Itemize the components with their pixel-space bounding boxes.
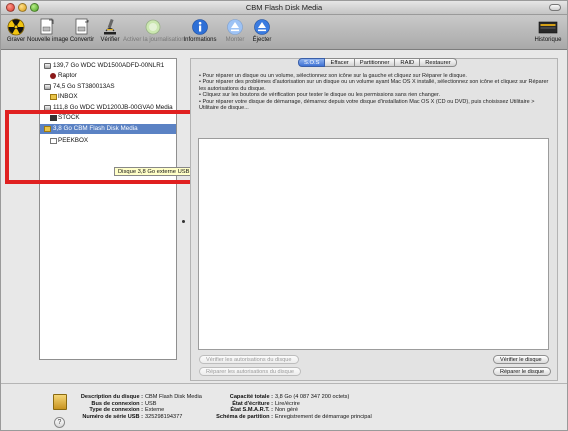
journaling-icon [145, 19, 161, 35]
eject-icon [254, 19, 270, 35]
volume-icon [50, 94, 57, 100]
disk-list: 139,7 Go WDC WD1500ADFD-00NLR1 Raptor 74… [39, 58, 177, 360]
usb-disk-icon [53, 394, 67, 410]
help-button[interactable]: ? [54, 417, 65, 428]
disk-item[interactable]: 139,7 Go WDC WD1500ADFD-00NLR1 [40, 61, 176, 71]
convert-button[interactable]: Convertir [67, 18, 97, 48]
history-button[interactable]: Historique [531, 18, 565, 48]
tab-bar: S.O.S Effacer Partitionner RAID Restaure… [298, 58, 457, 68]
repair-log[interactable] [198, 138, 549, 350]
info-button[interactable]: Informations [179, 18, 221, 48]
microscope-icon [104, 18, 116, 35]
first-aid-instructions: • Pour réparer un disque ou un volume, s… [199, 73, 549, 112]
tab-restore[interactable]: Restaurer [420, 58, 457, 67]
verify-permissions-button[interactable]: Vérifier les autorisations du disque [199, 355, 299, 364]
new-image-button[interactable]: Nouvelle image [27, 18, 68, 48]
info-icon [192, 19, 208, 35]
enable-journaling-button[interactable]: Activer la journalisation [123, 18, 185, 48]
verify-button[interactable]: Vérifier [97, 18, 123, 48]
split-view-handle[interactable] [182, 220, 185, 223]
tab-erase[interactable]: Effacer [325, 58, 355, 67]
tab-first-aid[interactable]: S.O.S [298, 58, 326, 67]
hard-disk-icon [44, 84, 51, 90]
burn-button[interactable]: Graver [3, 18, 29, 48]
disk-item[interactable]: 74,5 Go ST380013AS [40, 82, 176, 92]
disk-details-right: Capacité totale :3,8 Go (4 087 347 200 o… [216, 394, 372, 420]
convert-icon [75, 18, 89, 35]
disk-details-left: Description du disque : CBM Flash Disk Me… [80, 394, 202, 420]
repair-disk-button[interactable]: Réparer le disque [493, 367, 552, 376]
mount-button[interactable]: Monter [221, 18, 249, 48]
log-console-icon [538, 21, 558, 34]
repair-permissions-button[interactable]: Réparer les autorisations du disque [199, 367, 301, 376]
disk-utility-window: CBM Flash Disk Media Graver Nouvelle ima… [0, 0, 568, 431]
volume-icon [50, 73, 56, 79]
eject-button[interactable]: Éjecter [249, 18, 275, 48]
volume-item[interactable]: INBOX [40, 92, 176, 102]
verify-disk-button[interactable]: Vérifier le disque [493, 355, 549, 364]
mount-icon [227, 19, 243, 35]
tab-raid[interactable]: RAID [395, 58, 421, 67]
volume-item[interactable]: Raptor [40, 71, 176, 81]
new-image-icon [40, 18, 54, 35]
radiation-icon [7, 18, 25, 36]
hard-disk-icon [44, 63, 51, 69]
window-title: CBM Flash Disk Media [245, 3, 323, 12]
tab-partition[interactable]: Partitionner [354, 58, 396, 67]
toolbar-toggle-button[interactable] [549, 4, 561, 11]
toolbar: Graver Nouvelle image Convertir Vérifier… [1, 15, 567, 50]
title-bar: CBM Flash Disk Media [1, 1, 567, 15]
